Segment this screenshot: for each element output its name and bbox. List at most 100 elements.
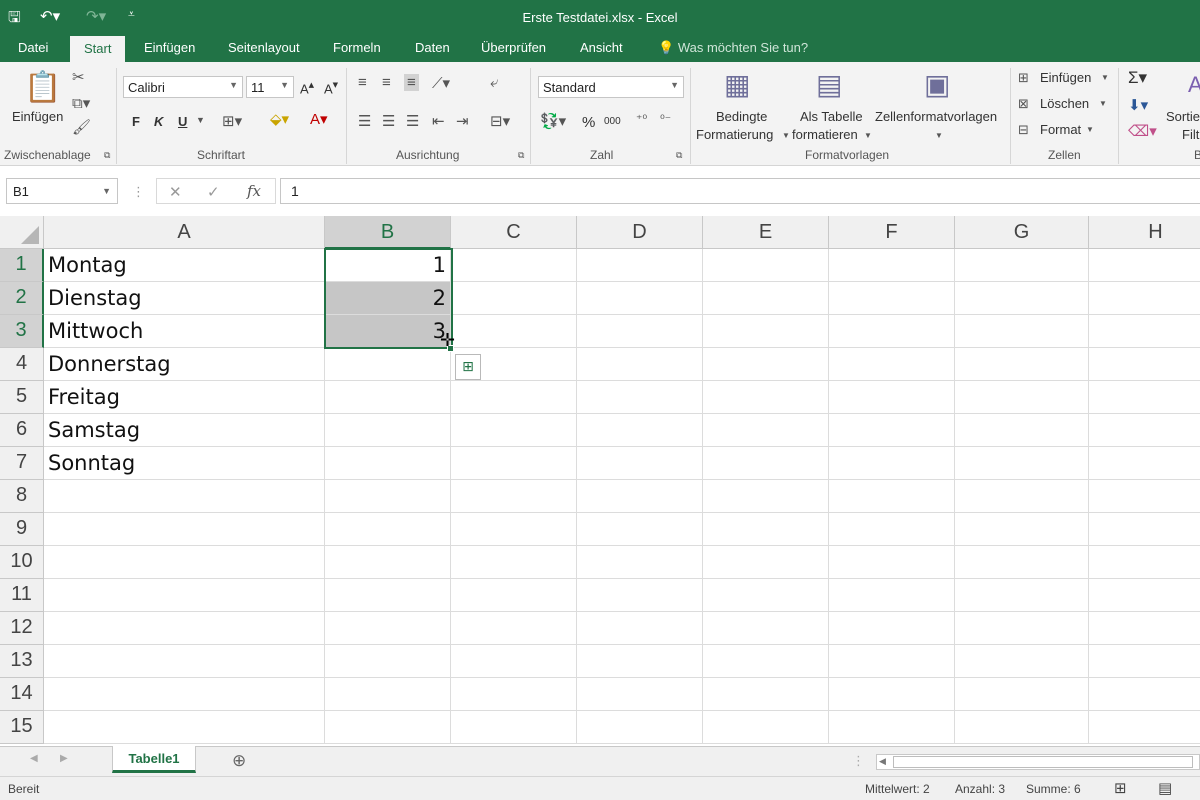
cell-b11[interactable] bbox=[325, 579, 451, 612]
select-all-button[interactable] bbox=[0, 216, 44, 249]
chevron-down-icon[interactable]: ▼ bbox=[196, 115, 205, 125]
cell-c7[interactable] bbox=[451, 447, 577, 480]
increase-decimal-icon[interactable]: ⁺⁰ bbox=[636, 112, 647, 126]
cell-e3[interactable] bbox=[703, 315, 829, 348]
cell-e7[interactable] bbox=[703, 447, 829, 480]
row-header-5[interactable]: 5 bbox=[0, 381, 44, 414]
cell-d7[interactable] bbox=[577, 447, 703, 480]
align-center-icon[interactable]: ☰ bbox=[382, 112, 395, 130]
row-header-4[interactable]: 4 bbox=[0, 348, 44, 381]
cell-b5[interactable] bbox=[325, 381, 451, 414]
scroll-left-icon[interactable]: ◀ bbox=[879, 756, 886, 767]
cell-g6[interactable] bbox=[955, 414, 1089, 447]
cell-d4[interactable] bbox=[577, 348, 703, 381]
cell-c6[interactable] bbox=[451, 414, 577, 447]
cell-b15[interactable] bbox=[325, 711, 451, 744]
cell-c10[interactable] bbox=[451, 546, 577, 579]
confirm-entry-icon[interactable]: ✓ bbox=[207, 183, 220, 201]
paste-icon[interactable]: 📋 bbox=[24, 70, 61, 105]
cell-h3[interactable] bbox=[1089, 315, 1200, 348]
grow-font-icon[interactable]: A▴ bbox=[300, 78, 314, 96]
fill-icon[interactable]: ⬇▾ bbox=[1128, 96, 1148, 114]
increase-indent-icon[interactable]: ⇥ bbox=[456, 112, 469, 130]
cell-h4[interactable] bbox=[1089, 348, 1200, 381]
cell-a12[interactable] bbox=[44, 612, 325, 645]
format-cells-icon[interactable]: ⊟ bbox=[1018, 122, 1029, 138]
cell-a1[interactable]: Montag bbox=[44, 249, 325, 282]
cell-c1[interactable] bbox=[451, 249, 577, 282]
decrease-indent-icon[interactable]: ⇤ bbox=[432, 112, 445, 130]
font-color-icon[interactable]: A▾ bbox=[310, 110, 328, 128]
underline-button[interactable]: U bbox=[178, 114, 187, 129]
insert-cells-icon[interactable]: ⊞ bbox=[1018, 70, 1029, 86]
tab-start[interactable]: Start bbox=[70, 36, 126, 62]
cell-a11[interactable] bbox=[44, 579, 325, 612]
dialog-launcher-icon[interactable]: ⧉ bbox=[518, 150, 524, 161]
cell-h12[interactable] bbox=[1089, 612, 1200, 645]
cell-c12[interactable] bbox=[451, 612, 577, 645]
format-as-table-button[interactable]: Als Tabelle bbox=[800, 109, 863, 124]
cell-f7[interactable] bbox=[829, 447, 955, 480]
scroll-sheets-left-icon[interactable]: ◀ bbox=[30, 753, 38, 764]
status-count[interactable]: Anzahl: 3 bbox=[955, 782, 1005, 796]
cell-h9[interactable] bbox=[1089, 513, 1200, 546]
cell-b7[interactable] bbox=[325, 447, 451, 480]
cell-h8[interactable] bbox=[1089, 480, 1200, 513]
row-header-14[interactable]: 14 bbox=[0, 678, 44, 711]
cell-b8[interactable] bbox=[325, 480, 451, 513]
cell-a9[interactable] bbox=[44, 513, 325, 546]
column-header-d[interactable]: D bbox=[577, 216, 703, 249]
sort-filter-icon[interactable]: A bbox=[1188, 72, 1200, 98]
row-header-13[interactable]: 13 bbox=[0, 645, 44, 678]
cell-a10[interactable] bbox=[44, 546, 325, 579]
cell-e11[interactable] bbox=[703, 579, 829, 612]
cell-d8[interactable] bbox=[577, 480, 703, 513]
column-header-h[interactable]: H bbox=[1089, 216, 1200, 249]
row-header-15[interactable]: 15 bbox=[0, 711, 44, 744]
cell-g12[interactable] bbox=[955, 612, 1089, 645]
column-header-c[interactable]: C bbox=[451, 216, 577, 249]
cell-e1[interactable] bbox=[703, 249, 829, 282]
cell-c11[interactable] bbox=[451, 579, 577, 612]
cell-g3[interactable] bbox=[955, 315, 1089, 348]
column-header-e[interactable]: E bbox=[703, 216, 829, 249]
cell-b12[interactable] bbox=[325, 612, 451, 645]
status-average[interactable]: Mittelwert: 2 bbox=[865, 782, 930, 796]
cell-d9[interactable] bbox=[577, 513, 703, 546]
cell-f13[interactable] bbox=[829, 645, 955, 678]
cell-c3[interactable] bbox=[451, 315, 577, 348]
quick-analysis-icon[interactable]: ⊞ bbox=[455, 354, 481, 380]
scrollbar-thumb[interactable] bbox=[893, 756, 1193, 768]
align-right-icon[interactable]: ☰ bbox=[406, 112, 419, 130]
cell-e10[interactable] bbox=[703, 546, 829, 579]
cell-b6[interactable] bbox=[325, 414, 451, 447]
cell-d2[interactable] bbox=[577, 282, 703, 315]
status-sum[interactable]: Summe: 6 bbox=[1026, 782, 1081, 796]
cell-e14[interactable] bbox=[703, 678, 829, 711]
cell-f11[interactable] bbox=[829, 579, 955, 612]
horizontal-scrollbar[interactable]: ◀ bbox=[876, 754, 1200, 770]
percent-style-button[interactable]: % bbox=[582, 114, 595, 131]
orientation-icon[interactable]: ⟋▾ bbox=[432, 74, 450, 92]
row-header-6[interactable]: 6 bbox=[0, 414, 44, 447]
cell-b13[interactable] bbox=[325, 645, 451, 678]
cell-d12[interactable] bbox=[577, 612, 703, 645]
cell-h6[interactable] bbox=[1089, 414, 1200, 447]
fill-color-icon[interactable]: ⬙▾ bbox=[270, 110, 289, 128]
cell-a2[interactable]: Dienstag bbox=[44, 282, 325, 315]
cell-h11[interactable] bbox=[1089, 579, 1200, 612]
tab-ueberpruefen[interactable]: Überprüfen bbox=[481, 40, 546, 55]
cell-g9[interactable] bbox=[955, 513, 1089, 546]
row-header-10[interactable]: 10 bbox=[0, 546, 44, 579]
add-sheet-icon[interactable]: ⊕ bbox=[232, 751, 246, 771]
cell-e5[interactable] bbox=[703, 381, 829, 414]
cell-a13[interactable] bbox=[44, 645, 325, 678]
cell-b2[interactable]: 2 bbox=[325, 282, 451, 315]
font-size-select[interactable]: 11 ▼ bbox=[246, 76, 294, 98]
tab-ansicht[interactable]: Ansicht bbox=[580, 40, 623, 55]
align-middle-icon[interactable]: ≡ bbox=[382, 74, 391, 91]
cell-f1[interactable] bbox=[829, 249, 955, 282]
cell-a7[interactable]: Sonntag bbox=[44, 447, 325, 480]
cell-e9[interactable] bbox=[703, 513, 829, 546]
sort-filter-button-2[interactable]: Filt bbox=[1182, 127, 1199, 142]
